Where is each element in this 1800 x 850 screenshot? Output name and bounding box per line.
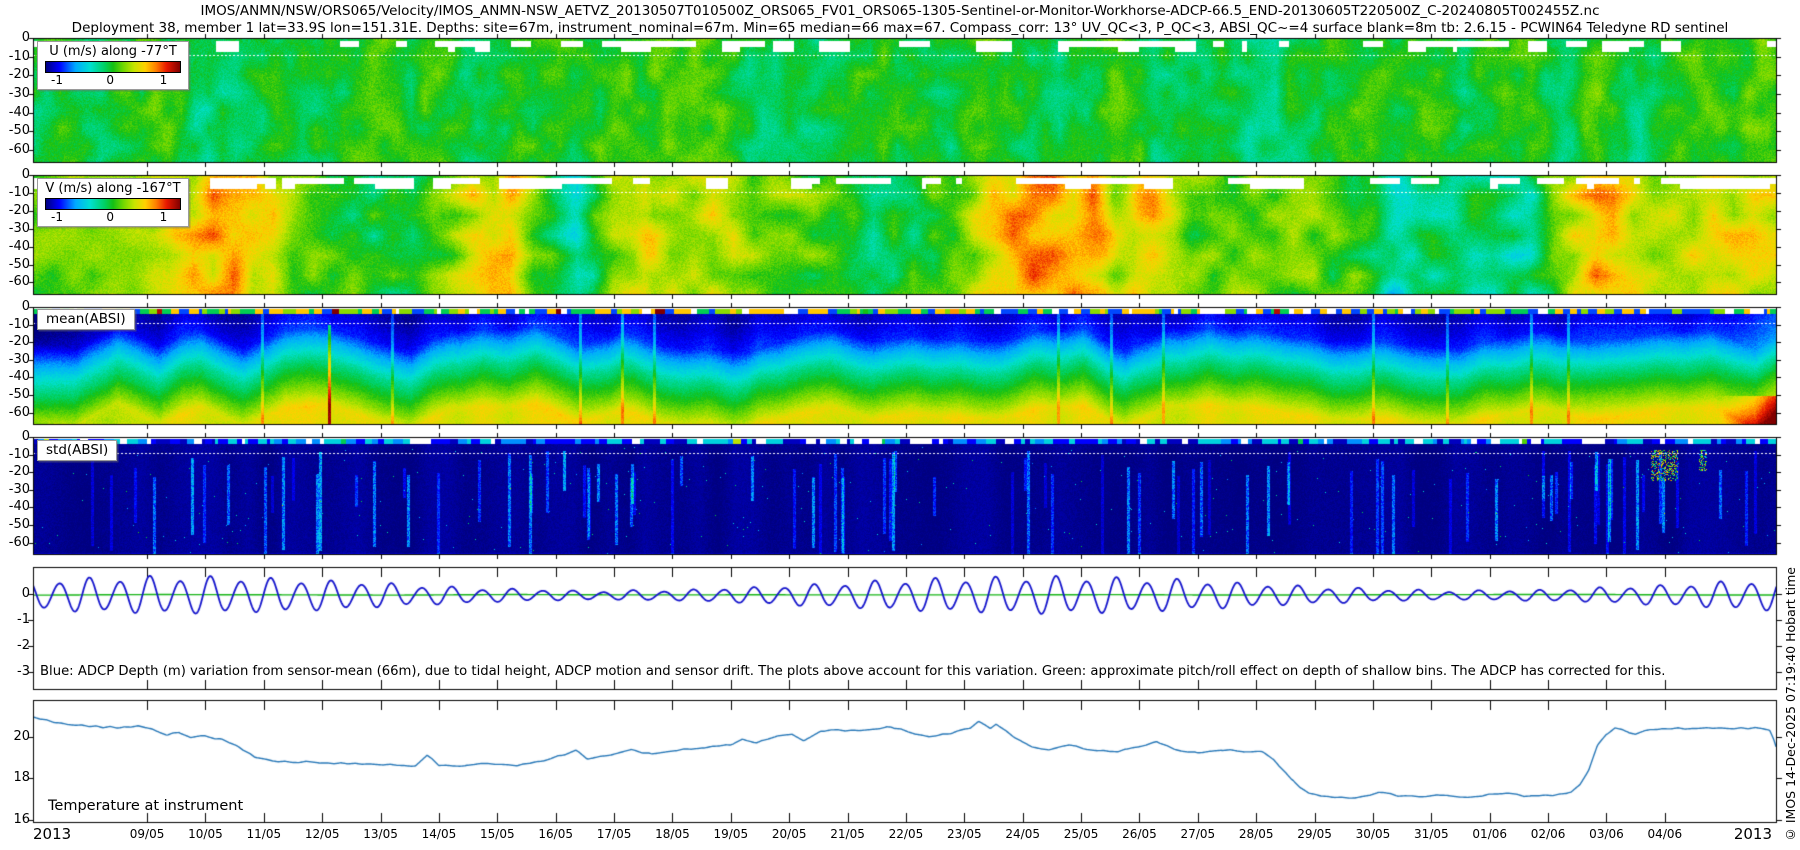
x-tick-label: 09/05 — [130, 827, 165, 841]
panel-std-absi-heatmap — [33, 437, 1777, 555]
y-tick-label: -20 — [0, 464, 30, 479]
panel-temperature — [33, 700, 1777, 823]
v-colorbar-tick: -1 — [51, 210, 63, 224]
v-colorbar — [45, 198, 181, 210]
y-tick-label: -1 — [0, 612, 30, 627]
y-tick-label: -30 — [0, 86, 30, 101]
y-tick-label: -60 — [0, 142, 30, 157]
x-tick-label: 01/06 — [1472, 827, 1507, 841]
u-colorbar — [45, 61, 181, 73]
x-tick-label: 14/05 — [422, 827, 457, 841]
x-tick-label: 02/06 — [1531, 827, 1566, 841]
adcp-deployment-figure: IMOS/ANMN/NSW/ORS065/Velocity/IMOS_ANMN-… — [0, 0, 1800, 850]
v-velocity-legend: V (m/s) along -167°T -1 0 1 — [37, 178, 189, 227]
x-tick-label: 22/05 — [889, 827, 924, 841]
y-tick-label: -10 — [0, 49, 30, 64]
year-label-left: 2013 — [33, 825, 71, 843]
y-tick-label: -20 — [0, 203, 30, 218]
x-tick-label: 31/05 — [1414, 827, 1449, 841]
y-tick-label: -20 — [0, 67, 30, 82]
y-tick-label: -3 — [0, 664, 30, 679]
u-colorbar-tick: -1 — [51, 73, 63, 87]
y-tick-label: -40 — [0, 369, 30, 384]
y-tick-label: -60 — [0, 405, 30, 420]
imos-credit-vertical: © IMOS 14-Dec-2025 07:19:40 Hobart time — [1783, 567, 1798, 842]
panel-mean-absi-heatmap — [33, 307, 1777, 425]
y-tick-label: -10 — [0, 185, 30, 200]
y-tick-label: -60 — [0, 535, 30, 550]
x-tick-label: 19/05 — [714, 827, 749, 841]
figure-title-line2: Deployment 38, member 1 lat=33.9S lon=15… — [0, 20, 1800, 36]
x-tick-label: 13/05 — [363, 827, 398, 841]
y-tick-label: -40 — [0, 499, 30, 514]
x-tick-label: 30/05 — [1356, 827, 1391, 841]
y-tick-label: -30 — [0, 482, 30, 497]
y-tick-label: -2 — [0, 638, 30, 653]
figure-title-line1: IMOS/ANMN/NSW/ORS065/Velocity/IMOS_ANMN-… — [0, 3, 1800, 19]
y-tick-label: -50 — [0, 387, 30, 402]
y-tick-label: 18 — [0, 770, 30, 785]
y-tick-label: -50 — [0, 257, 30, 272]
x-tick-label: 16/05 — [538, 827, 573, 841]
x-tick-label: 18/05 — [655, 827, 690, 841]
depth-variation-annotation: Blue: ADCP Depth (m) variation from sens… — [40, 664, 1665, 679]
y-tick-label: 0 — [0, 586, 30, 601]
y-tick-label: -50 — [0, 123, 30, 138]
y-tick-label: -30 — [0, 221, 30, 236]
x-tick-label: 21/05 — [830, 827, 865, 841]
x-tick-label: 11/05 — [247, 827, 282, 841]
y-tick-label: -20 — [0, 334, 30, 349]
year-label-right: 2013 — [1734, 825, 1772, 843]
v-colorbar-tick: 1 — [160, 210, 168, 224]
y-tick-label: -10 — [0, 317, 30, 332]
u-colorbar-tick: 0 — [106, 73, 114, 87]
u-velocity-legend: U (m/s) along -77°T -1 0 1 — [37, 41, 189, 90]
x-tick-label: 15/05 — [480, 827, 515, 841]
v-colorbar-ticks: -1 0 1 — [43, 210, 183, 224]
y-tick-label: 0 — [0, 299, 30, 314]
x-tick-label: 27/05 — [1181, 827, 1216, 841]
x-tick-label: 04/06 — [1648, 827, 1683, 841]
x-tick-label: 23/05 — [947, 827, 982, 841]
x-tick-label: 20/05 — [772, 827, 807, 841]
y-tick-label: -10 — [0, 447, 30, 462]
x-tick-label: 12/05 — [305, 827, 340, 841]
mean-absi-label: mean(ABSI) — [37, 309, 135, 330]
y-tick-label: 0 — [0, 429, 30, 444]
v-legend-title: V (m/s) along -167°T — [43, 181, 183, 197]
x-tick-label: 25/05 — [1064, 827, 1099, 841]
x-tick-label: 26/05 — [1122, 827, 1157, 841]
x-tick-label: 24/05 — [1005, 827, 1040, 841]
panel-v-velocity-heatmap — [33, 175, 1777, 295]
panel-u-velocity-heatmap — [33, 38, 1777, 163]
u-colorbar-tick: 1 — [160, 73, 168, 87]
y-tick-label: 0 — [0, 30, 30, 45]
y-tick-label: -50 — [0, 517, 30, 532]
y-tick-label: -60 — [0, 274, 30, 289]
x-tick-label: 10/05 — [188, 827, 223, 841]
u-colorbar-ticks: -1 0 1 — [43, 73, 183, 87]
x-tick-label: 17/05 — [597, 827, 632, 841]
y-tick-label: 16 — [0, 812, 30, 827]
y-tick-label: -40 — [0, 239, 30, 254]
x-tick-label: 29/05 — [1297, 827, 1332, 841]
y-tick-label: -30 — [0, 352, 30, 367]
std-absi-label: std(ABSI) — [37, 440, 117, 461]
y-tick-label: -40 — [0, 105, 30, 120]
u-legend-title: U (m/s) along -77°T — [43, 44, 183, 60]
temperature-label: Temperature at instrument — [48, 798, 243, 814]
v-colorbar-tick: 0 — [106, 210, 114, 224]
x-tick-label: 28/05 — [1239, 827, 1274, 841]
x-tick-label: 03/06 — [1589, 827, 1624, 841]
y-tick-label: 0 — [0, 167, 30, 182]
y-tick-label: 20 — [0, 729, 30, 744]
